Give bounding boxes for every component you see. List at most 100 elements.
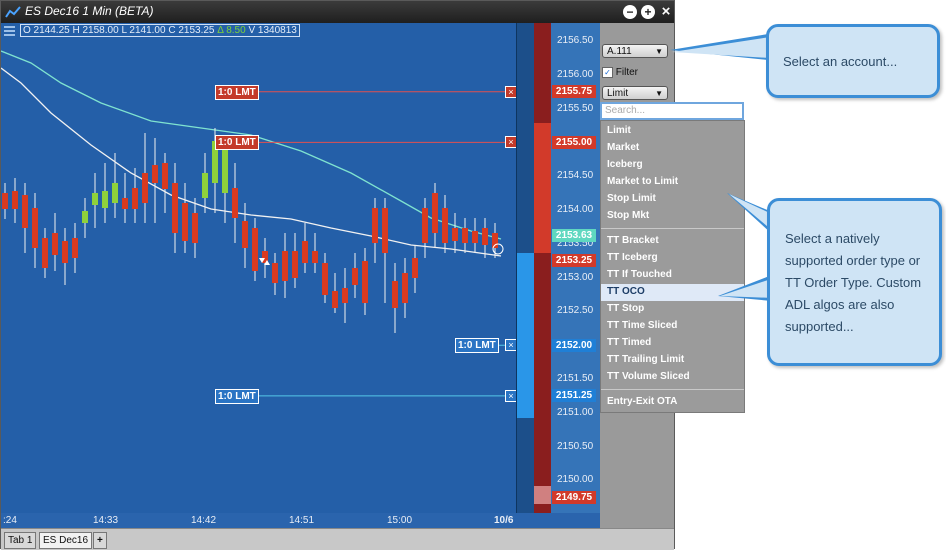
price-box-2149-75[interactable]: 2149.75 bbox=[552, 490, 596, 504]
price-box-2152-00[interactable]: 2152.00 bbox=[552, 338, 596, 352]
filter-row[interactable]: ✓ Filter bbox=[602, 67, 638, 78]
tab-es-dec16[interactable]: ES Dec16 bbox=[39, 532, 93, 549]
tab-1[interactable]: Tab 1 bbox=[4, 532, 37, 549]
candle-body-45 bbox=[452, 228, 458, 241]
price-tick-label: 2154.50 bbox=[557, 170, 594, 182]
order-type-callout-text: Select a natively supported order type o… bbox=[785, 231, 922, 334]
filter-checkbox[interactable]: ✓ bbox=[602, 67, 613, 78]
time-tick-label: 14:33 bbox=[93, 515, 119, 526]
cancel-order-icon-3[interactable]: × bbox=[505, 389, 516, 402]
order-type-option[interactable]: Stop Limit bbox=[607, 193, 656, 204]
price-box-2155-75[interactable]: 2155.75 bbox=[552, 85, 596, 99]
order-type-option[interactable]: TT Timed bbox=[607, 337, 651, 348]
price-tick-label: 2151.00 bbox=[557, 406, 594, 418]
order-label-1[interactable]: 1:0 LMT bbox=[215, 135, 259, 151]
candle-body-48 bbox=[482, 228, 488, 245]
close-button[interactable]: × bbox=[659, 4, 673, 19]
order-type-option[interactable]: TT If Touched bbox=[607, 269, 672, 280]
order-type-option[interactable]: Market bbox=[607, 142, 639, 153]
candle-body-12 bbox=[122, 198, 128, 209]
price-tick-label: 2153.00 bbox=[557, 271, 594, 283]
chevron-down-icon: ▼ bbox=[655, 47, 663, 56]
candle-body-39 bbox=[392, 281, 398, 308]
order-type-option[interactable]: Iceberg bbox=[607, 159, 643, 170]
account-select[interactable]: A.111 ▼ bbox=[602, 44, 668, 58]
order-type-option[interactable]: TT Stop bbox=[607, 303, 644, 314]
candle-body-47 bbox=[472, 231, 478, 243]
order-type-option[interactable]: TT Volume Sliced bbox=[607, 371, 690, 382]
candle-body-13 bbox=[132, 188, 138, 209]
order-type-option[interactable]: TT Bracket bbox=[607, 235, 659, 246]
price-chart[interactable]: O 2144.25 H 2158.00 L 2141.00 C 2153.25 … bbox=[1, 23, 516, 513]
order-label-3[interactable]: 1:0 LMT bbox=[215, 388, 259, 404]
price-tick-label: 2150.00 bbox=[557, 474, 594, 486]
ask-volume-column[interactable] bbox=[534, 23, 551, 513]
candle-body-28 bbox=[282, 251, 288, 281]
order-label-2[interactable]: 1:0 LMT bbox=[455, 338, 499, 354]
time-tick-label: 10/6 bbox=[494, 515, 514, 526]
bid-ask-column[interactable] bbox=[516, 23, 534, 513]
candle-body-17 bbox=[172, 183, 178, 233]
ohlc-high: H 2158.00 bbox=[72, 25, 119, 36]
candle-body-15 bbox=[152, 165, 158, 183]
candle-body-5 bbox=[52, 233, 58, 255]
price-box-2155-00[interactable]: 2155.00 bbox=[552, 135, 596, 149]
candle-body-2 bbox=[22, 195, 28, 228]
order-type-option[interactable]: Market to Limit bbox=[607, 176, 678, 187]
order-type-option[interactable]: TT OCO bbox=[607, 286, 645, 297]
order-type-option[interactable]: Limit bbox=[607, 125, 631, 136]
filter-label: Filter bbox=[615, 67, 639, 79]
list-divider bbox=[601, 389, 744, 390]
menu-icon[interactable] bbox=[4, 26, 15, 38]
order-type-option[interactable]: TT Trailing Limit bbox=[607, 354, 684, 365]
account-callout-text: Select an account... bbox=[783, 54, 898, 69]
candle-body-46 bbox=[462, 228, 468, 243]
ohlc-open: O 2144.25 bbox=[23, 25, 70, 36]
price-tick-label: 2156.50 bbox=[557, 35, 594, 46]
price-tick-label: 2154.00 bbox=[557, 204, 594, 215]
order-type-option[interactable]: TT Time Sliced bbox=[607, 320, 677, 331]
order-type-callout: Select a natively supported order type o… bbox=[767, 198, 942, 366]
order-type-option[interactable]: Entry-Exit OTA bbox=[607, 396, 677, 407]
time-tick-label: 14:51 bbox=[289, 515, 315, 526]
cancel-order-icon-0[interactable]: × bbox=[505, 85, 516, 98]
price-tick-label: 2151.50 bbox=[557, 373, 594, 384]
title-bar[interactable]: ES Dec16 1 Min (BETA) − + × bbox=[1, 1, 674, 23]
maximize-button[interactable]: + bbox=[641, 5, 655, 19]
candle-body-23 bbox=[232, 188, 238, 218]
price-tick-label: 2155.50 bbox=[557, 102, 594, 114]
cancel-order-icon-1[interactable]: × bbox=[505, 136, 516, 149]
cancel-order-icon-2[interactable]: × bbox=[505, 339, 516, 352]
minimize-button[interactable]: − bbox=[623, 5, 637, 19]
candle-body-1 bbox=[12, 191, 18, 209]
order-type-option[interactable]: Stop Mkt bbox=[607, 210, 649, 221]
candle-body-20 bbox=[202, 173, 208, 198]
candle-body-29 bbox=[292, 251, 298, 278]
candle-body-43 bbox=[432, 193, 438, 233]
price-tick-label: 2152.50 bbox=[557, 305, 594, 317]
add-tab-button[interactable]: + bbox=[93, 532, 107, 549]
price-ladder[interactable]: 2156.50 2156.00 2155.50 2155.00 2154.50 2154.… bbox=[551, 23, 600, 513]
price-box-2151-25[interactable]: 2151.25 bbox=[552, 389, 596, 403]
candle-body-16 bbox=[162, 163, 168, 189]
price-box-2153-63[interactable]: 2153.63 bbox=[552, 228, 596, 242]
chart-icon bbox=[5, 6, 21, 18]
chart-window: ES Dec16 1 Min (BETA) − + × O 2144.25 H … bbox=[0, 0, 675, 550]
time-axis: :24 14:33 14:42 14:51 15:00 10/6 bbox=[1, 513, 600, 528]
candle-body-35 bbox=[352, 268, 358, 285]
order-type-list: Limit Market Iceberg Market to Limit Stop Li… bbox=[600, 120, 745, 413]
account-value: A.111 bbox=[607, 46, 632, 57]
price-box-2153-25[interactable]: 2153.25 bbox=[552, 254, 596, 268]
order-type-select[interactable]: Limit ▼ bbox=[602, 86, 668, 100]
order-label-0[interactable]: 1:0 LMT bbox=[215, 84, 259, 100]
order-type-search-input[interactable]: Search... bbox=[600, 102, 744, 120]
list-divider bbox=[601, 228, 744, 229]
candle-body-10 bbox=[102, 191, 108, 208]
order-type-option[interactable]: TT Iceberg bbox=[607, 252, 658, 263]
candle-body-27 bbox=[272, 263, 278, 283]
time-tick-label: 15:00 bbox=[387, 515, 413, 526]
candle-body-34 bbox=[342, 288, 348, 303]
candle-body-6 bbox=[62, 241, 68, 263]
account-callout: Select an account... bbox=[766, 24, 940, 98]
candle-body-0 bbox=[2, 193, 8, 209]
